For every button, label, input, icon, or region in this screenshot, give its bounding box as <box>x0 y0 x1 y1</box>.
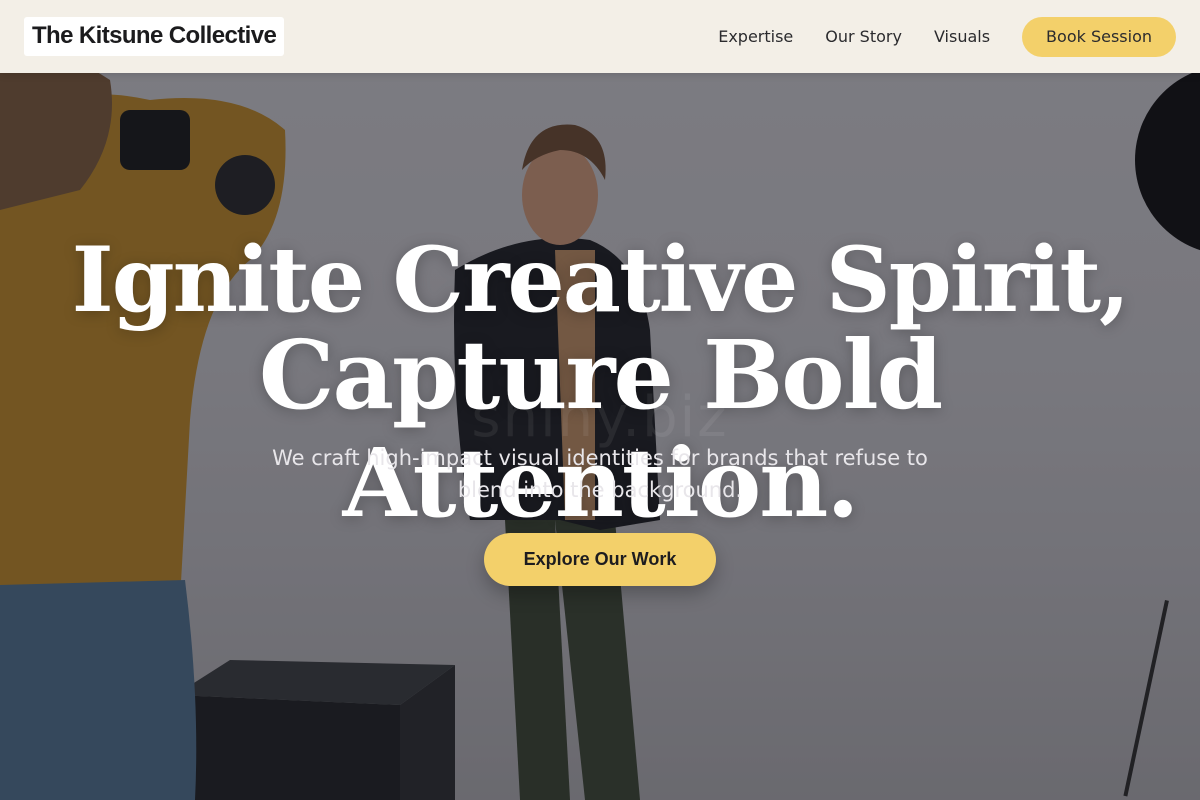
hero-subtitle: We craft high-impact visual identities f… <box>272 446 928 502</box>
nav-link-visuals[interactable]: Visuals <box>934 27 990 46</box>
site-header: The Kitsune Collective Expertise Our Sto… <box>0 0 1200 73</box>
main-nav: Expertise Our Story Visuals Book Session <box>718 16 1176 57</box>
book-session-button[interactable]: Book Session <box>1022 16 1176 57</box>
explore-our-work-button[interactable]: Explore Our Work <box>484 533 716 586</box>
brand-logo[interactable]: The Kitsune Collective <box>24 17 285 56</box>
nav-link-our-story[interactable]: Our Story <box>825 27 902 46</box>
hero-content: Ignite Creative Spirit, Capture Bold Att… <box>0 0 1200 800</box>
nav-link-expertise[interactable]: Expertise <box>718 27 793 46</box>
hero-headline-line-1: Ignite Creative Spirit, <box>71 227 1131 333</box>
